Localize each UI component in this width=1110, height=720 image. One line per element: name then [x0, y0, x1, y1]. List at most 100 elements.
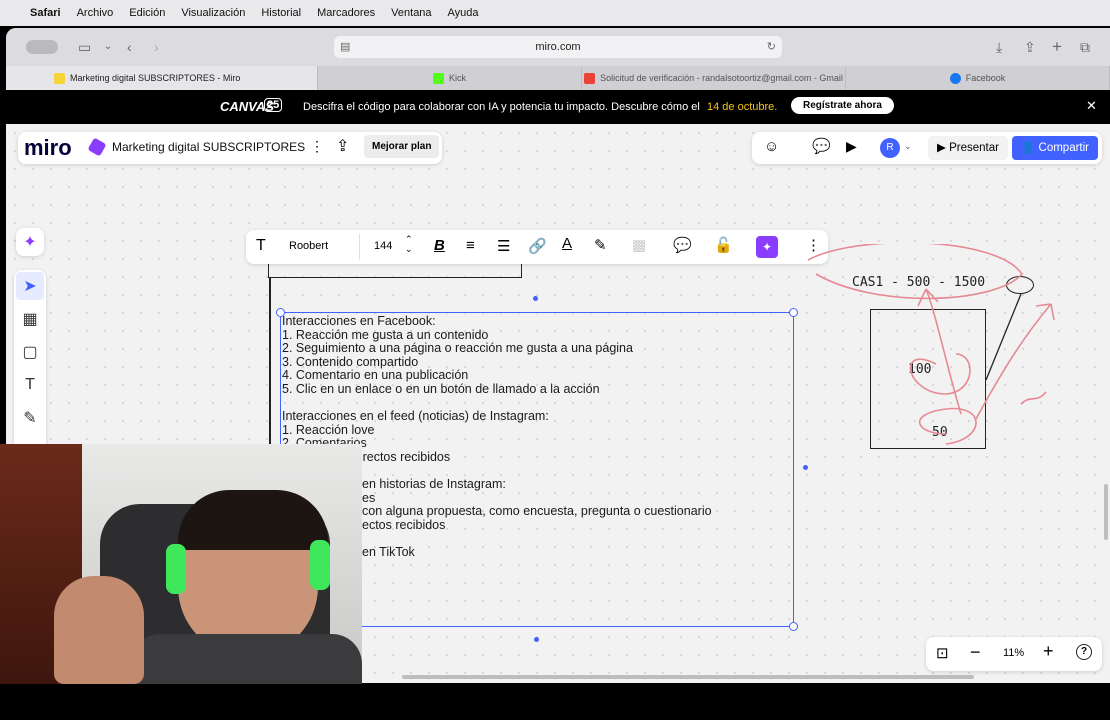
- text-line: Interacciones en el feed (noticias) de I…: [282, 409, 549, 424]
- list-icon[interactable]: ☰: [497, 237, 510, 255]
- tab-facebook[interactable]: Facebook: [846, 66, 1110, 90]
- address-bar[interactable]: ▤ miro.com ↻: [334, 36, 782, 58]
- vertical-scrollbar[interactable]: [1104, 484, 1108, 540]
- menu-ayuda[interactable]: Ayuda: [448, 7, 479, 19]
- sketch-annotations: [807, 244, 1055, 445]
- gmail-favicon-icon: [584, 72, 596, 84]
- text-color-icon[interactable]: A: [562, 235, 572, 252]
- banner-text: Descifra el código para colaborar con IA…: [303, 101, 700, 113]
- text-format-icon[interactable]: T: [256, 237, 266, 255]
- register-button[interactable]: Regístrate ahora: [791, 97, 894, 114]
- tab-label: Marketing digital SUBSCRIPTORES - Miro: [70, 73, 241, 83]
- facebook-favicon-icon: [949, 72, 961, 84]
- text-line: 2. Seguimiento a una página o reacción m…: [282, 341, 633, 356]
- board-title[interactable]: Marketing digital SUBSCRIPTORES: [112, 140, 305, 154]
- text-line: Interacciones en Facebook:: [282, 314, 436, 328]
- reactions-icon[interactable]: ☺: [764, 138, 779, 155]
- avatar[interactable]: R: [880, 138, 900, 158]
- new-tab-icon[interactable]: +: [1052, 28, 1062, 66]
- format-toolbar: T Roobert 144 ⌃ ⌄ B ≡ ☰ 🔗 A ✎ ▩ 💬 🔓 ✦ ⋮: [246, 230, 828, 264]
- menu-ventana[interactable]: Ventana: [391, 7, 431, 19]
- pen-tool-icon[interactable]: ✎: [16, 404, 44, 432]
- align-icon[interactable]: ≡: [466, 237, 475, 254]
- zoom-panel: ⊡ − 11% + ?: [926, 637, 1102, 671]
- sketch-line: [985, 293, 1022, 381]
- ai-tool[interactable]: ✦: [16, 228, 44, 256]
- text-line: 3. Contenido compartido: [282, 354, 419, 369]
- frames-tool-icon[interactable]: ▦: [16, 305, 44, 333]
- kick-favicon-icon: [432, 72, 444, 84]
- upgrade-button[interactable]: Mejorar plan: [364, 135, 440, 158]
- menu-marcadores[interactable]: Marcadores: [317, 7, 375, 19]
- reload-icon[interactable]: ↻: [767, 36, 776, 58]
- more-options-icon[interactable]: ⋮: [310, 138, 324, 155]
- red-arrow-stroke: [917, 288, 962, 415]
- font-size-input[interactable]: 144: [374, 240, 392, 252]
- font-size-stepper-icon[interactable]: ⌃ ⌄: [405, 234, 413, 254]
- horizontal-scrollbar[interactable]: [402, 675, 974, 679]
- highlight-icon[interactable]: ✎: [594, 236, 607, 254]
- ai-assist-icon[interactable]: ✦: [756, 236, 778, 258]
- board-header-panel: miro Marketing digital SUBSCRIPTORES ⋮ ⇪…: [18, 132, 442, 164]
- download-icon[interactable]: ⤓: [996, 28, 1002, 66]
- divider: [359, 234, 360, 260]
- present-button[interactable]: ▶ Presentar: [928, 136, 1008, 160]
- banner-date: 14 de octubre.: [707, 101, 778, 113]
- tab-label: Kick: [448, 73, 466, 83]
- text-tool-icon[interactable]: T: [16, 371, 44, 399]
- menu-historial[interactable]: Historial: [261, 7, 301, 19]
- bold-icon[interactable]: B: [434, 237, 445, 254]
- tab-miro[interactable]: Marketing digital SUBSCRIPTORES - Miro: [6, 66, 318, 90]
- back-icon[interactable]: ‹: [127, 28, 132, 66]
- chevron-down-icon[interactable]: ⌄: [904, 141, 912, 152]
- red-squiggle: [1020, 391, 1047, 405]
- select-tool-icon[interactable]: ➤: [16, 272, 44, 300]
- red-ellipse-stroke: [807, 244, 1024, 300]
- fill-icon[interactable]: ▩: [632, 236, 646, 254]
- resize-handle[interactable]: [533, 296, 538, 301]
- forward-icon[interactable]: ›: [154, 28, 159, 66]
- zoom-in-icon[interactable]: +: [1043, 641, 1054, 662]
- chevron-down-icon[interactable]: ⌄: [104, 28, 112, 66]
- zoom-level[interactable]: 11%: [1003, 647, 1024, 659]
- lock-icon[interactable]: 🔓: [714, 236, 733, 254]
- webcam-hand: [54, 576, 144, 684]
- menu-archivo[interactable]: Archivo: [77, 7, 114, 19]
- close-icon[interactable]: ✕: [1086, 98, 1097, 114]
- url-text: miro.com: [535, 41, 581, 53]
- share-label: Compartir: [1038, 142, 1089, 154]
- sidebar-pill[interactable]: [26, 40, 58, 54]
- page-settings-icon[interactable]: ▤: [340, 36, 350, 58]
- comment-icon[interactable]: 💬: [673, 236, 692, 254]
- tab-bar: Marketing digital SUBSCRIPTORES - Miro K…: [6, 66, 1110, 90]
- miro-logo[interactable]: miro: [24, 135, 72, 161]
- collab-panel: ☺ 💬 ▶ R ⌄ ▶ Presentar 👤 Compartir: [752, 132, 1102, 164]
- chat-icon[interactable]: 💬: [812, 137, 831, 155]
- menu-edicion[interactable]: Edición: [129, 7, 165, 19]
- sticky-note-icon[interactable]: ▢: [16, 338, 44, 366]
- menu-visualizacion[interactable]: Visualización: [181, 7, 245, 19]
- share-button[interactable]: 👤 Compartir: [1012, 136, 1098, 160]
- sidebar-toggle-icon[interactable]: ▭: [78, 28, 91, 66]
- menu-app-name[interactable]: Safari: [30, 7, 61, 19]
- link-icon[interactable]: 🔗: [528, 237, 547, 255]
- present-label: Presentar: [949, 142, 999, 154]
- tab-kick[interactable]: Kick: [318, 66, 582, 90]
- help-icon[interactable]: ?: [1076, 644, 1092, 660]
- share-icon[interactable]: ⇪: [1024, 28, 1036, 66]
- text-line: 1. Reacción me gusta a un contenido: [282, 327, 489, 342]
- corner-handle[interactable]: [789, 622, 798, 631]
- video-icon[interactable]: ▶: [846, 138, 857, 155]
- fit-screen-icon[interactable]: ⊡: [936, 644, 949, 662]
- browser-toolbar: ▭ ⌄ ‹ › ▤ miro.com ↻ ⤓ ⇪ + ⧉: [6, 28, 1110, 66]
- side-handle[interactable]: [803, 465, 808, 470]
- export-icon[interactable]: ⇪: [336, 136, 349, 156]
- webcam-hair: [178, 490, 328, 550]
- zoom-out-icon[interactable]: −: [970, 642, 981, 663]
- side-handle[interactable]: [534, 637, 539, 642]
- red-circle-stroke: [918, 407, 977, 445]
- previous-shape[interactable]: [268, 264, 522, 278]
- tab-gmail[interactable]: Solicitud de verificación - randalsotoor…: [582, 66, 846, 90]
- font-select[interactable]: Roobert: [289, 240, 328, 252]
- tab-overview-icon[interactable]: ⧉: [1080, 28, 1090, 66]
